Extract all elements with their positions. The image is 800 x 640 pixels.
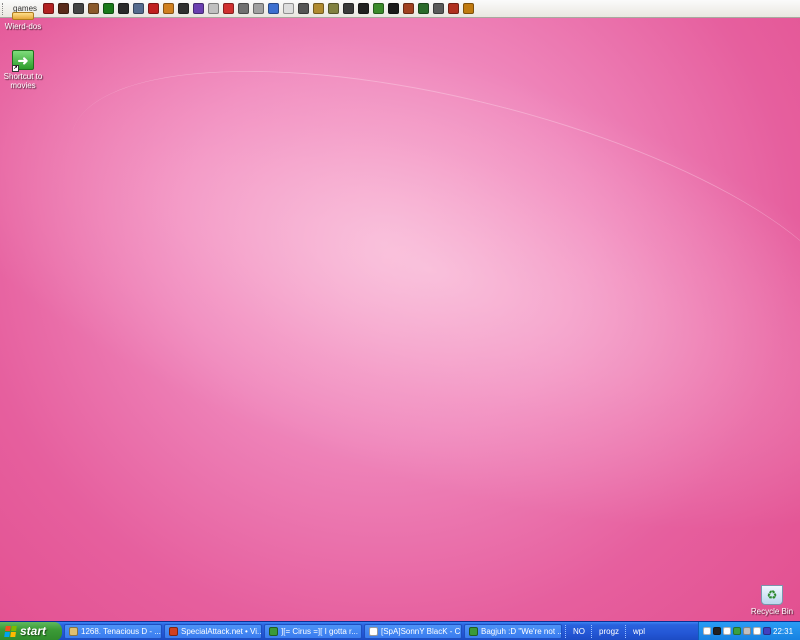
toolbar-progz[interactable]: progz: [593, 627, 625, 636]
shortcut-arrow-icon: ➜ ↗: [12, 50, 34, 72]
taskbar-button-label: ][= Cirus =][ I gotta r...: [281, 626, 358, 636]
game-21-icon[interactable]: [343, 3, 355, 14]
desktop-icon-label: Shortcut to movies: [3, 72, 43, 90]
tray-app-5-icon[interactable]: [743, 627, 751, 635]
game-5-icon[interactable]: [103, 3, 115, 14]
tray-app-1-icon[interactable]: [703, 627, 711, 635]
tray-icons: [703, 627, 773, 635]
task-app-icon: [369, 626, 378, 636]
tray-app-3-icon[interactable]: [723, 627, 731, 635]
game-25-icon[interactable]: [403, 3, 415, 14]
game-28-icon[interactable]: [448, 3, 460, 14]
folder-icon: [12, 12, 34, 20]
game-7-icon[interactable]: [133, 3, 145, 14]
taskbar-button[interactable]: 1268. Tenacious D - ...: [64, 623, 162, 639]
start-button[interactable]: start: [0, 621, 62, 640]
game-20-icon[interactable]: [328, 3, 340, 14]
start-label: start: [20, 624, 47, 638]
game-6-icon[interactable]: [118, 3, 130, 14]
clock[interactable]: 22:31: [773, 627, 800, 636]
game-12-icon[interactable]: [208, 3, 220, 14]
taskbar-button-label: Bagjuh :D "We're not ...: [481, 626, 562, 636]
wallpaper-swoosh-line: [40, 7, 800, 453]
taskbar-button-label: 1268. Tenacious D - ...: [81, 626, 161, 636]
recycle-bin-icon: ♻: [761, 585, 783, 605]
game-26-icon[interactable]: [418, 3, 430, 14]
games-toolbar: games: [0, 0, 800, 18]
wallpaper-highlight: [0, 0, 800, 640]
system-tray: 22:31: [698, 621, 800, 640]
game-19-icon[interactable]: [313, 3, 325, 14]
game-2-icon[interactable]: [58, 3, 70, 14]
games-toolbar-icons: [41, 3, 476, 14]
desktop-icon-shortcut-to-movies[interactable]: ➜ ↗ Shortcut to movies: [0, 50, 50, 90]
taskbar-button-label: [SpA]SonnY BlacK - C...: [381, 626, 462, 636]
tray-app-7-icon[interactable]: [763, 627, 771, 635]
taskbar-button[interactable]: [SpA]SonnY BlacK - C...: [364, 623, 462, 639]
desktop-icon-wierd-dos[interactable]: Wierd-dos: [0, 12, 50, 31]
game-3-icon[interactable]: [73, 3, 85, 14]
game-4-icon[interactable]: [88, 3, 100, 14]
game-10-icon[interactable]: [178, 3, 190, 14]
task-app-icon: [269, 626, 278, 636]
taskbar-button[interactable]: Bagjuh :D "We're not ...: [464, 623, 562, 639]
game-27-icon[interactable]: [433, 3, 445, 14]
game-9-icon[interactable]: [163, 3, 175, 14]
tray-app-2-icon[interactable]: [713, 627, 721, 635]
taskbar-button[interactable]: SpecialAttack.net • Vi...: [164, 623, 262, 639]
windows-logo-icon: [4, 625, 17, 637]
game-24-icon[interactable]: [388, 3, 400, 14]
game-18-icon[interactable]: [298, 3, 310, 14]
desktop-icon-label: Recycle Bin: [750, 607, 794, 616]
taskbar-button-label: SpecialAttack.net • Vi...: [181, 626, 262, 636]
taskbar-toolbars: NO progz wpl: [565, 622, 651, 640]
task-app-icon: [469, 626, 478, 636]
toolbar-no[interactable]: NO: [567, 627, 591, 636]
tray-app-6-icon[interactable]: [753, 627, 761, 635]
game-29-icon[interactable]: [463, 3, 475, 14]
game-23-icon[interactable]: [373, 3, 385, 14]
task-app-icon: [169, 626, 178, 636]
tray-app-4-icon[interactable]: [733, 627, 741, 635]
game-17-icon[interactable]: [283, 3, 295, 14]
game-16-icon[interactable]: [268, 3, 280, 14]
game-11-icon[interactable]: [193, 3, 205, 14]
desktop-icon-label: Wierd-dos: [4, 22, 42, 31]
game-13-icon[interactable]: [223, 3, 235, 14]
taskbar: start 1268. Tenacious D - ... SpecialAtt…: [0, 621, 800, 640]
toolbar-wpl[interactable]: wpl: [627, 627, 651, 636]
game-14-icon[interactable]: [238, 3, 250, 14]
game-22-icon[interactable]: [358, 3, 370, 14]
taskbar-button[interactable]: ][= Cirus =][ I gotta r...: [264, 623, 362, 639]
game-8-icon[interactable]: [148, 3, 160, 14]
task-app-icon: [69, 626, 78, 636]
desktop-icon-recycle-bin[interactable]: ♻ Recycle Bin: [745, 585, 799, 616]
game-15-icon[interactable]: [253, 3, 265, 14]
shortcut-badge-icon: ↗: [12, 65, 19, 72]
